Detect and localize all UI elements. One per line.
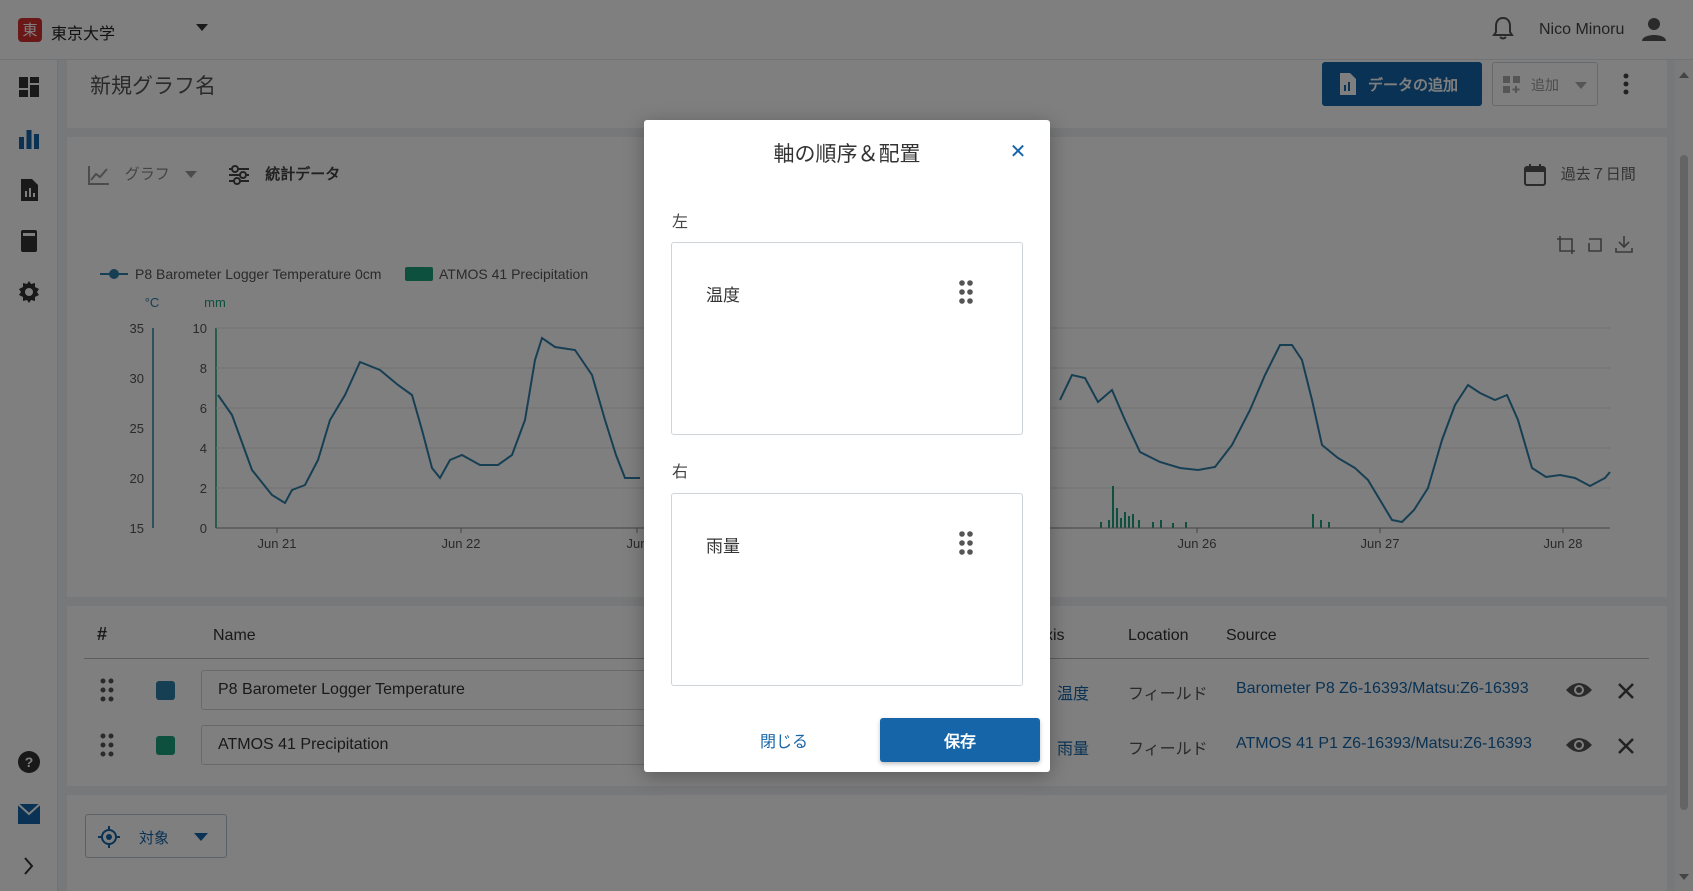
dialog-title: 軸の順序＆配置 xyxy=(773,142,921,166)
axis-order-dialog: 軸の順序＆配置 ✕ 左 温度 右 雨量 閉じる 保存 xyxy=(644,120,1050,772)
close-button[interactable]: 閉じる xyxy=(734,718,834,762)
drag-grip-icon[interactable] xyxy=(958,279,974,305)
right-axis-label: 右 xyxy=(672,462,689,481)
left-axis-label: 左 xyxy=(672,212,689,231)
left-axis-dropzone[interactable]: 温度 xyxy=(671,242,1023,435)
axis-item-rainfall[interactable]: 雨量 xyxy=(706,532,740,557)
save-button[interactable]: 保存 xyxy=(880,718,1040,762)
right-axis-dropzone[interactable]: 雨量 xyxy=(671,493,1023,686)
drag-grip-icon[interactable] xyxy=(958,530,974,556)
axis-item-temperature[interactable]: 温度 xyxy=(706,281,740,306)
close-icon[interactable]: ✕ xyxy=(1008,142,1028,162)
